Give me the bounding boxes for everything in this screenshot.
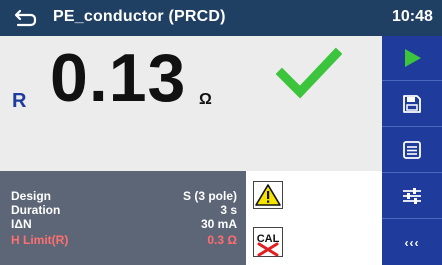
cal-crossed-icon: CAL — [253, 227, 283, 257]
clock: 10:48 — [392, 8, 433, 25]
param-value: 30 mA — [200, 217, 237, 231]
result-value: 0.13 — [50, 40, 187, 116]
param-value: 0.3 Ω — [207, 233, 237, 247]
help-button[interactable] — [382, 128, 442, 173]
parameters-panel: Design S (3 pole) Duration 3 s IΔN 30 mA… — [0, 171, 246, 265]
play-icon — [405, 49, 421, 67]
side-toolbar: ‹‹‹ — [382, 36, 442, 265]
param-idn: IΔN 30 mA — [11, 218, 237, 231]
param-name: H Limit(R) — [11, 233, 69, 247]
save-icon — [403, 95, 421, 113]
param-duration: Duration 3 s — [11, 204, 237, 217]
save-button[interactable] — [382, 82, 442, 127]
result-label: R — [12, 90, 27, 112]
param-h-limit: H Limit(R) 0.3 Ω — [11, 234, 237, 247]
header-bar: PE_conductor (PRCD) 10:48 — [0, 0, 442, 36]
param-value: S (3 pole) — [182, 189, 237, 203]
return-arrow-icon[interactable] — [14, 8, 38, 28]
warning-triangle-icon — [253, 181, 283, 209]
list-icon — [403, 141, 421, 159]
check-icon — [276, 47, 342, 99]
param-name: Design — [11, 189, 52, 203]
param-design: Design S (3 pole) — [11, 190, 237, 203]
start-button[interactable] — [382, 36, 442, 81]
page-title: PE_conductor (PRCD) — [53, 8, 226, 25]
result-panel: R 0.13 Ω — [0, 36, 382, 171]
more-icon: ‹‹‹ — [404, 235, 420, 250]
more-button[interactable]: ‹‹‹ — [382, 220, 442, 265]
settings-button[interactable] — [382, 174, 442, 219]
param-name: Duration — [11, 203, 61, 217]
param-value: 3 s — [220, 203, 237, 217]
result-unit: Ω — [199, 91, 212, 108]
sliders-icon — [403, 188, 421, 204]
param-name: IΔN — [11, 217, 32, 231]
